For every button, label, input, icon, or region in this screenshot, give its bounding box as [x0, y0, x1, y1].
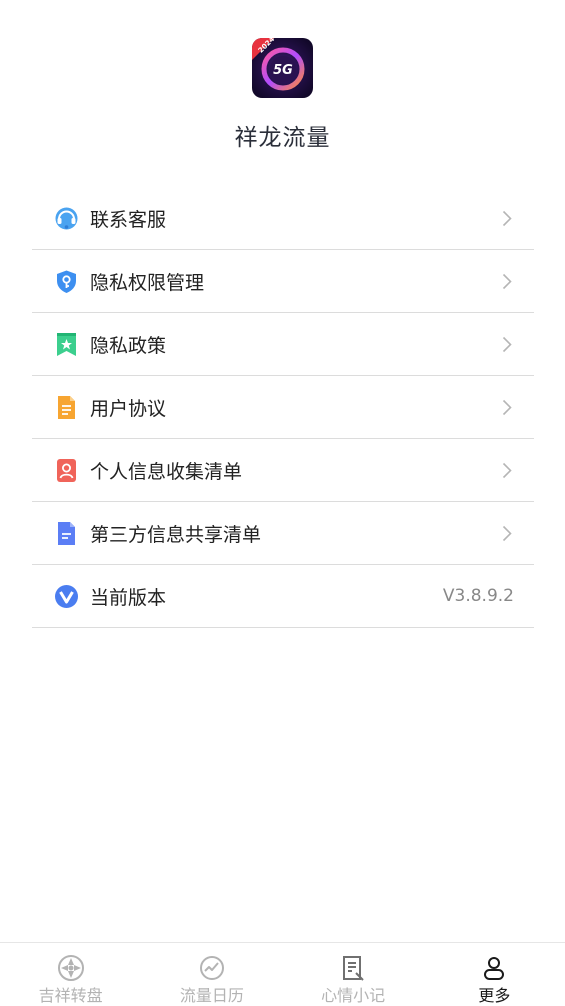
tab-mood-notes[interactable]: 心情小记 — [283, 943, 424, 1005]
tab-label: 心情小记 — [321, 986, 386, 1005]
menu-item-personal-info-list[interactable]: 个人信息收集清单 — [32, 439, 534, 502]
logo-text: 5G — [273, 63, 293, 78]
menu-item-label: 隐私政策 — [90, 334, 167, 357]
settings-menu: 联系客服 隐私权限管理 隐私政策 用户协议 个人信息收集清单 第三方信息共享清单… — [32, 187, 534, 628]
v-badge-icon — [55, 585, 78, 608]
chevron-right-icon — [502, 462, 512, 479]
menu-item-label: 联系客服 — [90, 208, 167, 231]
tab-more[interactable]: 更多 — [424, 943, 565, 1005]
person-icon — [484, 957, 505, 980]
menu-item-label: 用户协议 — [90, 397, 167, 420]
tab-data-calendar[interactable]: 流量日历 — [141, 943, 282, 1005]
menu-item-label: 当前版本 — [90, 586, 167, 609]
menu-item-contact-support[interactable]: 联系客服 — [32, 187, 534, 250]
app-title: 祥龙流量 — [234, 125, 331, 151]
bottom-tab-bar: 吉祥转盘 流量日历 心情小记 更多 — [0, 942, 565, 1005]
menu-item-current-version[interactable]: 当前版本 V3.8.9.2 — [32, 565, 534, 628]
menu-item-user-agreement[interactable]: 用户协议 — [32, 376, 534, 439]
note-icon — [343, 956, 364, 981]
shield-key-icon — [57, 270, 76, 293]
wheel-icon — [57, 955, 84, 981]
file-icon — [58, 522, 75, 545]
tab-label: 吉祥转盘 — [38, 986, 103, 1005]
chart-circle-icon — [199, 956, 224, 980]
app-logo: 5G 2024 — [252, 38, 313, 98]
tab-label: 更多 — [478, 986, 511, 1005]
menu-item-privacy-permissions[interactable]: 隐私权限管理 — [32, 250, 534, 313]
tab-lucky-wheel[interactable]: 吉祥转盘 — [0, 943, 141, 1005]
version-value: V3.8.9.2 — [442, 586, 514, 606]
chevron-right-icon — [502, 399, 512, 416]
headset-icon — [55, 207, 78, 230]
bookmark-star-icon — [57, 333, 76, 356]
menu-item-third-party-sharing-list[interactable]: 第三方信息共享清单 — [32, 502, 534, 565]
menu-item-privacy-policy[interactable]: 隐私政策 — [32, 313, 534, 376]
document-icon — [58, 396, 75, 419]
menu-item-label: 个人信息收集清单 — [90, 460, 243, 483]
person-card-icon — [57, 459, 76, 482]
chevron-right-icon — [502, 525, 512, 542]
tab-label: 流量日历 — [179, 986, 244, 1005]
chevron-right-icon — [502, 273, 512, 290]
chevron-right-icon — [502, 210, 512, 227]
menu-item-label: 隐私权限管理 — [90, 271, 205, 294]
menu-item-label: 第三方信息共享清单 — [90, 523, 262, 546]
chevron-right-icon — [502, 336, 512, 353]
